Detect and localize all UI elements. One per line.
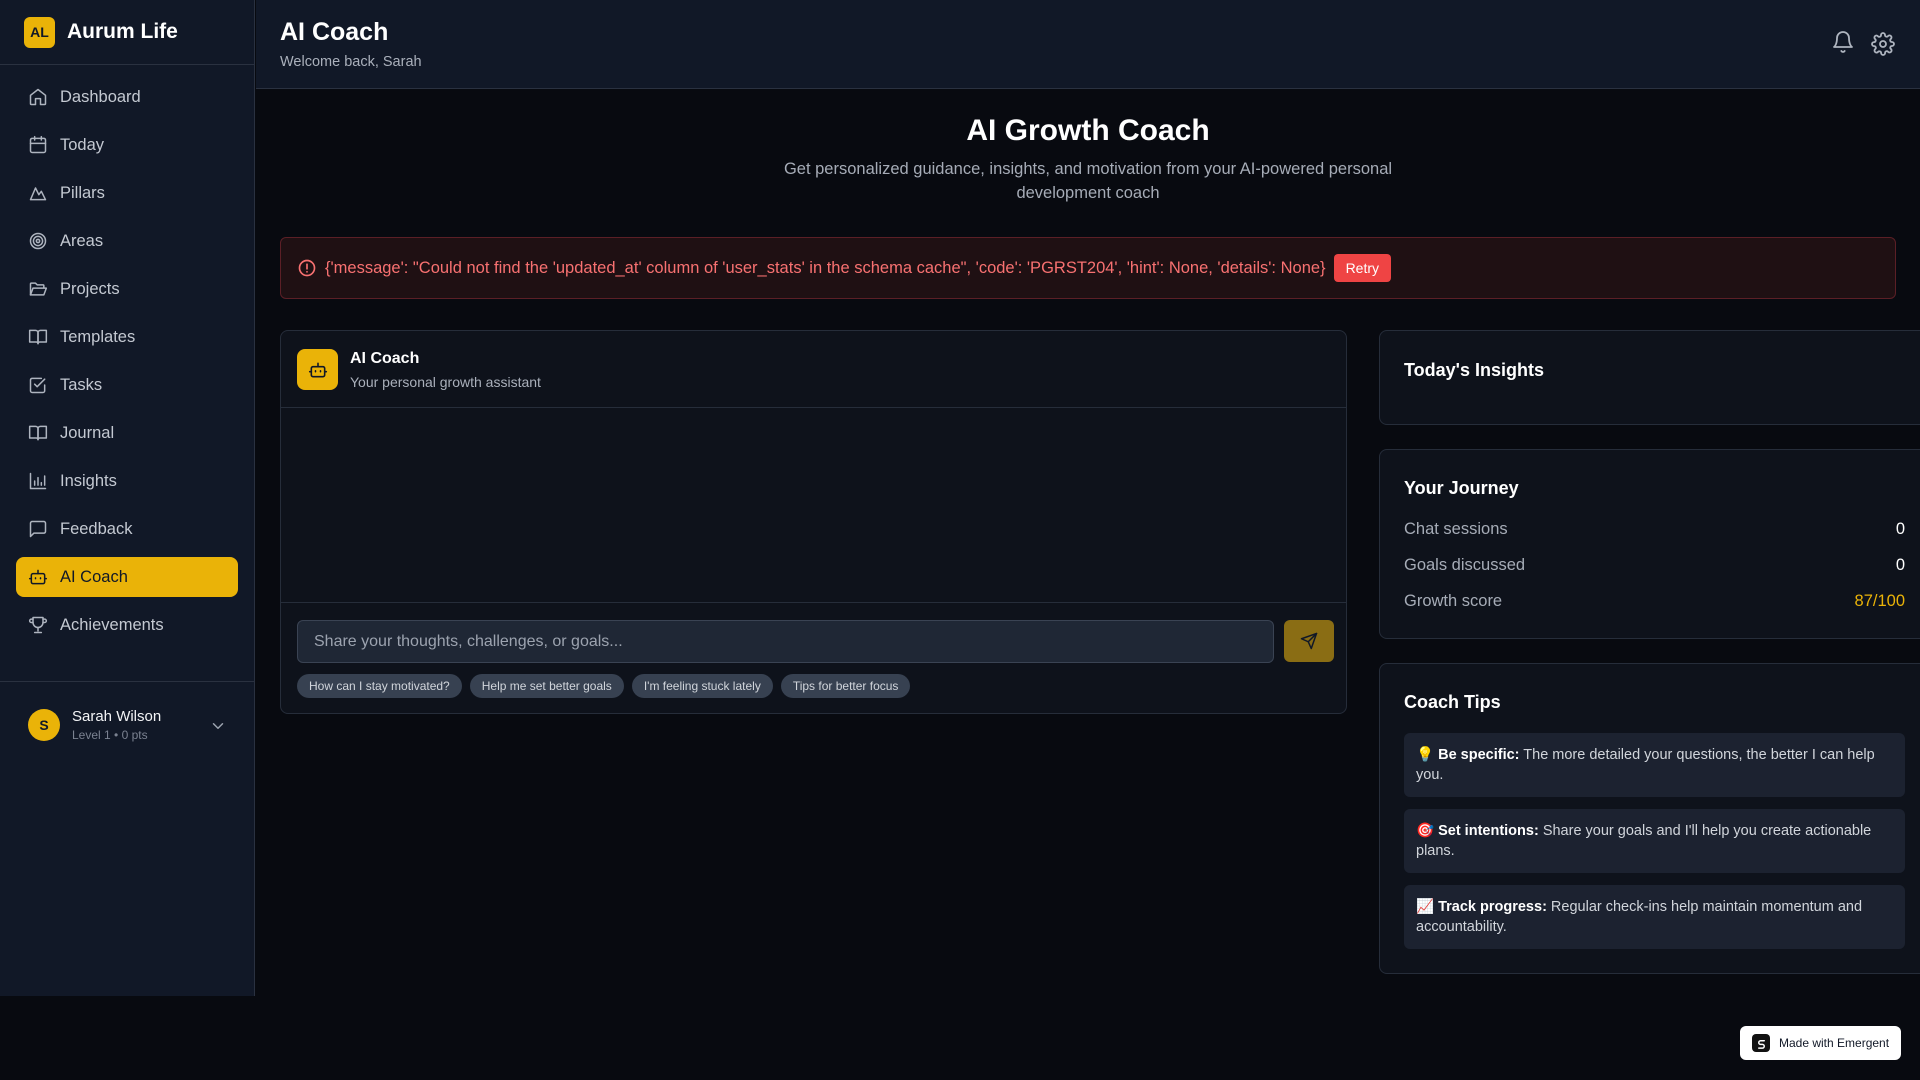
message-square-icon: [28, 519, 48, 539]
sidebar-item-areas[interactable]: Areas: [16, 221, 238, 261]
top-header: AI Coach Welcome back, Sarah: [256, 0, 1920, 89]
tip-item: 💡 Be specific: The more detailed your qu…: [1404, 733, 1905, 797]
sidebar-nav: Dashboard Today Pillars Areas Projects T…: [0, 65, 254, 645]
sidebar-item-feedback[interactable]: Feedback: [16, 509, 238, 549]
coach-tips-title: Coach Tips: [1404, 692, 1501, 712]
mountain-icon: [28, 183, 48, 203]
send-button[interactable]: [1284, 620, 1334, 662]
insights-title: Today's Insights: [1404, 360, 1544, 380]
tip-lead: Be specific:: [1438, 747, 1520, 763]
user-menu[interactable]: S Sarah Wilson Level 1 • 0 pts: [0, 681, 254, 767]
error-message: {'message': "Could not find the 'updated…: [325, 258, 1326, 277]
chat-assistant-role: Your personal growth assistant: [350, 374, 541, 390]
sidebar-item-templates[interactable]: Templates: [16, 317, 238, 357]
emergent-logo-icon: [1752, 1034, 1770, 1052]
alert-circle-icon: [297, 258, 317, 278]
chat-panel: AI Coach Your personal growth assistant …: [280, 330, 1347, 714]
sidebar-item-label: Today: [60, 135, 105, 154]
suggestion-chip[interactable]: Tips for better focus: [780, 674, 911, 698]
sidebar-item-journal[interactable]: Journal: [16, 413, 238, 453]
sidebar-item-label: Insights: [60, 471, 117, 490]
book-open-icon: [28, 327, 48, 347]
sidebar-item-label: Dashboard: [60, 87, 141, 106]
chevron-down-icon[interactable]: [209, 717, 227, 735]
user-level: Level 1 • 0 pts: [72, 727, 148, 742]
header-title: AI Coach: [280, 18, 389, 46]
coach-tips-card: Coach Tips 💡 Be specific: The more detai…: [1379, 663, 1920, 974]
sidebar-item-label: AI Coach: [60, 567, 128, 586]
chat-messages[interactable]: [281, 408, 1346, 603]
tip-item: 📈 Track progress: Regular check-ins help…: [1404, 885, 1905, 949]
made-with-emergent-badge[interactable]: Made with Emergent: [1740, 1026, 1901, 1060]
check-square-icon: [28, 375, 48, 395]
gear-icon[interactable]: [1871, 32, 1895, 56]
avatar: S: [28, 708, 60, 741]
target-icon: 🎯: [1416, 823, 1435, 839]
growth-score-value: 87/100: [1854, 592, 1905, 610]
journey-value: 0: [1895, 520, 1905, 538]
brand-logo: AL: [24, 16, 55, 48]
user-name: Sarah Wilson: [72, 707, 162, 725]
chat-assistant-name: AI Coach: [350, 350, 420, 367]
chat-header: AI Coach Your personal growth assistant: [281, 331, 1346, 408]
sidebar-item-label: Tasks: [60, 375, 103, 394]
sidebar-item-label: Journal: [60, 423, 115, 442]
journey-row-growth-score: Growth score 87/100: [1404, 592, 1905, 611]
calendar-icon: [28, 135, 48, 155]
journey-row-goals-discussed: Goals discussed 0: [1404, 556, 1905, 575]
lightbulb-icon: 💡: [1416, 747, 1435, 763]
journey-label: Growth score: [1404, 592, 1503, 610]
journey-value: 0: [1895, 556, 1905, 574]
sidebar-item-label: Pillars: [60, 183, 105, 202]
emergent-label: Made with Emergent: [1779, 1036, 1890, 1050]
brand-name: Aurum Life: [67, 20, 178, 43]
tip-item: 🎯 Set intentions: Share your goals and I…: [1404, 809, 1905, 873]
sidebar-item-tasks[interactable]: Tasks: [16, 365, 238, 405]
sidebar-item-label: Achievements: [60, 615, 164, 634]
suggestion-chip[interactable]: Help me set better goals: [469, 674, 624, 698]
journey-card: Your Journey Chat sessions 0 Goals discu…: [1379, 449, 1920, 639]
page-title: AI Growth Coach: [966, 114, 1210, 147]
sidebar-item-label: Templates: [60, 327, 136, 346]
sidebar-item-today[interactable]: Today: [16, 125, 238, 165]
suggestion-chip[interactable]: How can I stay motivated?: [297, 674, 462, 698]
chart-up-icon: 📈: [1416, 899, 1435, 915]
page-subtitle: Get personalized guidance, insights, and…: [783, 160, 1393, 202]
bot-icon: [28, 567, 48, 587]
sidebar-item-insights[interactable]: Insights: [16, 461, 238, 501]
sidebar-item-achievements[interactable]: Achievements: [16, 605, 238, 645]
retry-button[interactable]: Retry: [1333, 254, 1392, 282]
bot-icon: [297, 349, 338, 390]
sidebar: AL Aurum Life Dashboard Today Pillars Ar…: [0, 0, 255, 996]
suggestion-chips: How can I stay motivated? Help me set be…: [297, 674, 911, 698]
sidebar-item-projects[interactable]: Projects: [16, 269, 238, 309]
header-subtitle: Welcome back, Sarah: [280, 54, 422, 70]
suggestion-chip[interactable]: I'm feeling stuck lately: [631, 674, 773, 698]
book-icon: [28, 423, 48, 443]
brand[interactable]: AL Aurum Life: [0, 0, 254, 65]
user-meta: Sarah Wilson Level 1 • 0 pts: [72, 708, 161, 742]
send-icon: [1300, 632, 1318, 650]
home-icon: [28, 87, 48, 107]
journey-label: Chat sessions: [1404, 520, 1508, 538]
journey-row-chat-sessions: Chat sessions 0: [1404, 520, 1905, 539]
sidebar-item-pillars[interactable]: Pillars: [16, 173, 238, 213]
folder-open-icon: [28, 279, 48, 299]
sidebar-item-label: Areas: [60, 231, 104, 250]
sidebar-item-dashboard[interactable]: Dashboard: [16, 77, 238, 117]
sidebar-item-label: Projects: [60, 279, 120, 298]
bar-chart-icon: [28, 471, 48, 491]
error-alert: {'message': "Could not find the 'updated…: [280, 237, 1896, 299]
target-icon: [28, 231, 48, 251]
trophy-icon: [28, 615, 48, 635]
bell-icon[interactable]: [1831, 30, 1855, 54]
insights-card: Today's Insights: [1379, 330, 1920, 425]
journey-title: Your Journey: [1404, 478, 1519, 498]
tip-lead: Track progress:: [1438, 899, 1547, 915]
tip-lead: Set intentions:: [1438, 823, 1539, 839]
sidebar-item-label: Feedback: [60, 519, 133, 538]
chat-input[interactable]: [297, 620, 1274, 663]
journey-label: Goals discussed: [1404, 556, 1526, 574]
sidebar-item-ai-coach[interactable]: AI Coach: [16, 557, 238, 597]
